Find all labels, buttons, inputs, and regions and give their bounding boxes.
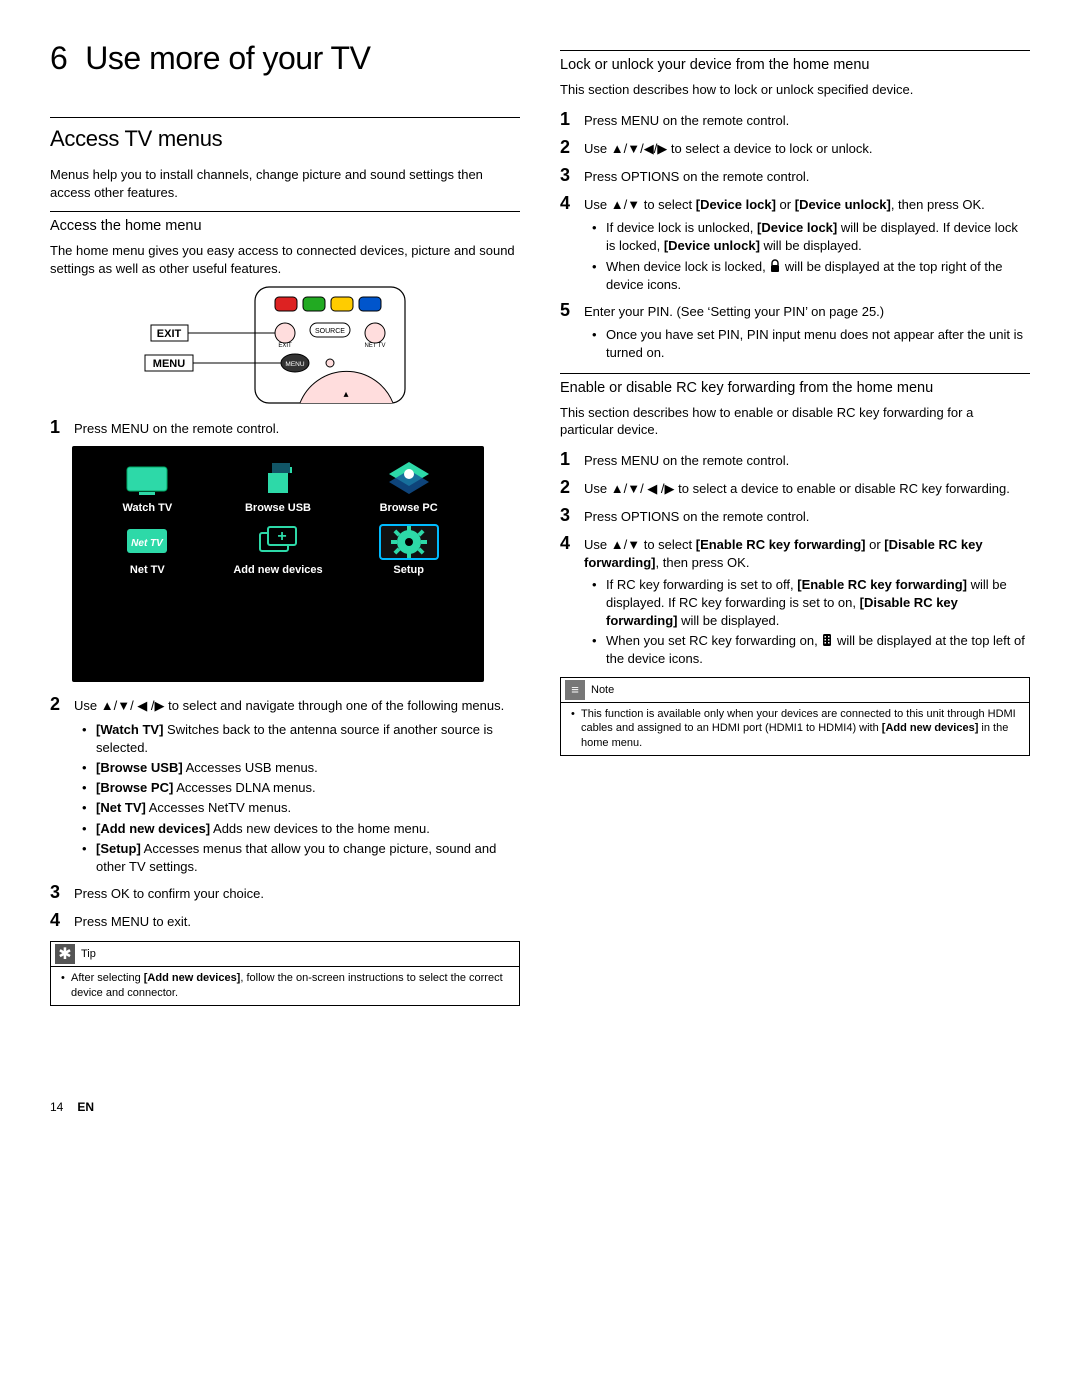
divider — [560, 50, 1030, 51]
step-1: Press MENU on the remote control. — [74, 420, 520, 438]
bullet-setup: [Setup] Accesses menus that allow you to… — [78, 840, 520, 876]
svg-text:MENU: MENU — [285, 361, 304, 368]
tile-net-tv: Net TV Net TV — [88, 524, 207, 576]
page-footer: 14EN — [50, 1100, 1030, 1114]
step-3: Press OK to confirm your choice. — [74, 885, 520, 903]
lock-step-5: Enter your PIN. (See ‘Setting your PIN’ … — [584, 303, 1030, 321]
bullet-watch-tv: [Watch TV] Switches back to the antenna … — [78, 721, 520, 757]
lock-intro: This section describes how to lock or un… — [560, 81, 1030, 99]
subsection-access-home-menu: Access the home menu — [50, 218, 520, 234]
remote-icon — [821, 633, 833, 647]
lock-icon — [769, 259, 781, 273]
lock-step-3: Press OPTIONS on the remote control. — [584, 168, 1030, 186]
rc-step-4: Use ▲/▼ to select [Enable RC key forward… — [584, 536, 1030, 572]
bullet-browse-pc: [Browse PC] Accesses DLNA menus. — [78, 779, 520, 797]
tile-watch-tv: Watch TV — [88, 462, 207, 514]
subsection-intro: The home menu gives you easy access to c… — [50, 242, 520, 277]
lock-step-5-bullet: Once you have set PIN, PIN input menu do… — [588, 326, 1030, 362]
svg-text:+: + — [277, 528, 286, 545]
lock-bullet-2: When device lock is locked, will be disp… — [588, 258, 1030, 294]
source-label: SOURCE — [315, 328, 345, 335]
bullet-browse-usb: [Browse USB] Accesses USB menus. — [78, 759, 520, 777]
section-access-tv-menus: Access TV menus — [50, 126, 520, 152]
home-menu-screenshot: Watch TV Browse USB Browse PC Net TV Net… — [72, 446, 484, 682]
divider — [50, 211, 520, 212]
rc-step-1: Press MENU on the remote control. — [584, 452, 1030, 470]
tile-setup: Setup — [349, 524, 468, 576]
note-box: ≡ Note This function is available only w… — [560, 677, 1030, 757]
exit-label: EXIT — [157, 328, 182, 340]
note-text: This function is available only when you… — [569, 707, 1021, 752]
rc-bullet-2: When you set RC key forwarding on, will … — [588, 632, 1030, 668]
step-2: Use ▲/▼/ ◀ /▶ to select and navigate thr… — [74, 697, 520, 715]
tip-box: ✱ Tip After selecting [Add new devices],… — [50, 941, 520, 1006]
step-4: Press MENU to exit. — [74, 913, 520, 931]
lock-step-1: Press MENU on the remote control. — [584, 112, 1030, 130]
rc-step-3: Press OPTIONS on the remote control. — [584, 508, 1030, 526]
rc-step-2: Use ▲/▼/ ◀ /▶ to select a device to enab… — [584, 480, 1030, 498]
tile-browse-pc: Browse PC — [349, 462, 468, 514]
tip-icon: ✱ — [55, 944, 75, 964]
divider — [50, 117, 520, 118]
bullet-add-new-devices: [Add new devices] Adds new devices to th… — [78, 820, 520, 838]
menu-label: MENU — [153, 358, 185, 370]
subsection-lock-unlock: Lock or unlock your device from the home… — [560, 57, 1030, 73]
divider — [560, 373, 1030, 374]
svg-text:EXIT: EXIT — [278, 343, 292, 349]
bullet-net-tv: [Net TV] Accesses NetTV menus. — [78, 799, 520, 817]
svg-text:Net TV: Net TV — [131, 538, 164, 549]
svg-text:NET TV: NET TV — [364, 343, 385, 349]
lock-bullet-1: If device lock is unlocked, [Device lock… — [588, 219, 1030, 255]
svg-text:▴: ▴ — [343, 389, 348, 400]
note-icon: ≡ — [565, 680, 585, 700]
chapter-title: 6Use more of your TV — [50, 40, 520, 77]
tile-browse-usb: Browse USB — [219, 462, 338, 514]
remote-diagram: SOURCE EXIT NET TV MENU ▴ EXIT MENU — [135, 285, 435, 405]
rc-intro: This section describes how to enable or … — [560, 404, 1030, 439]
tip-text: After selecting [Add new devices], follo… — [59, 971, 511, 1001]
section-intro: Menus help you to install channels, chan… — [50, 166, 520, 201]
rc-bullet-1: If RC key forwarding is set to off, [Ena… — [588, 576, 1030, 631]
subsection-rc-key-forwarding: Enable or disable RC key forwarding from… — [560, 380, 1030, 396]
lock-step-2: Use ▲/▼/◀/▶ to select a device to lock o… — [584, 140, 1030, 158]
tile-add-new-devices: + Add new devices — [219, 524, 338, 576]
lock-step-4: Use ▲/▼ to select [Device lock] or [Devi… — [584, 196, 1030, 214]
